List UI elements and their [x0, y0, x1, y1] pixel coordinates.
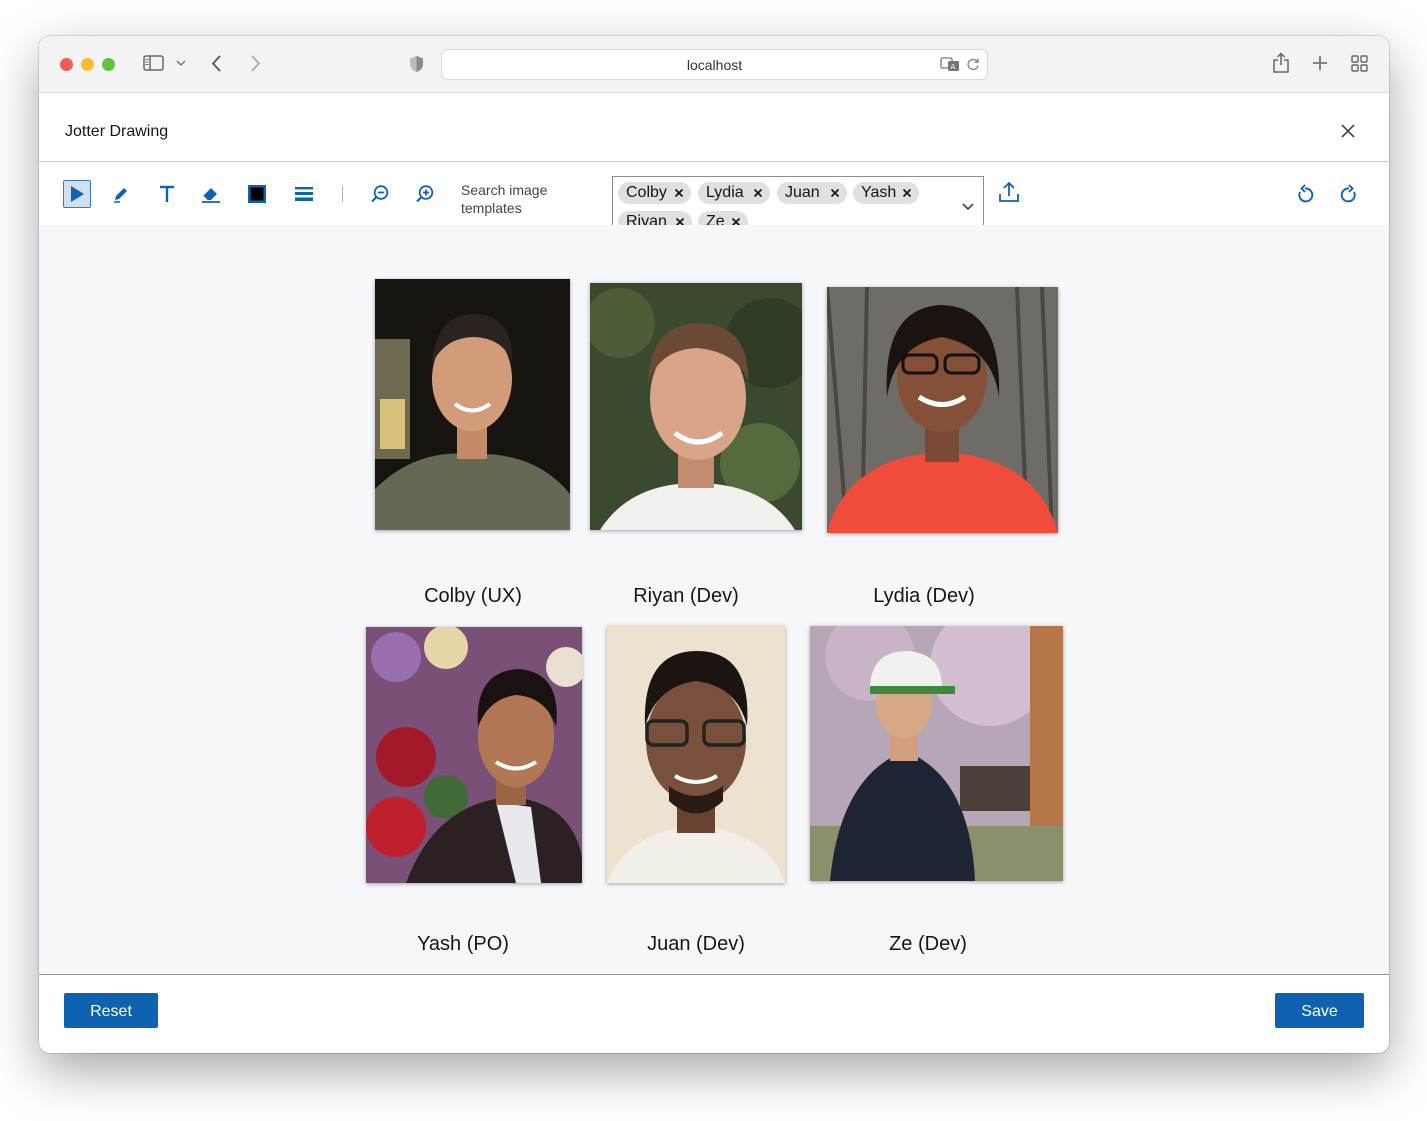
- caption-colby: Colby (UX): [424, 585, 522, 607]
- browser-window: localhost A Jotter Drawing Search image …: [39, 36, 1389, 1053]
- close-window-button[interactable]: [60, 58, 73, 71]
- save-button[interactable]: Save: [1275, 993, 1364, 1028]
- zoom-in-icon: [416, 185, 434, 203]
- drawing-canvas[interactable]: Colby (UX) Riyan (Dev) Lydia (Dev) Yash …: [39, 225, 1389, 975]
- minimize-window-button[interactable]: [81, 58, 94, 71]
- translate-icon[interactable]: A: [939, 56, 961, 72]
- upload-button[interactable]: [995, 178, 1023, 206]
- chip-label: Yash: [861, 184, 897, 201]
- text-tool-button[interactable]: [153, 180, 181, 208]
- address-bar[interactable]: localhost A: [441, 49, 988, 80]
- caption-juan: Juan (Dev): [647, 933, 745, 955]
- color-swatch-button[interactable]: [243, 180, 271, 208]
- photo-lydia[interactable]: [827, 287, 1058, 533]
- zoom-out-button[interactable]: [366, 180, 394, 208]
- pencil-tool-button[interactable]: [107, 180, 135, 208]
- photo-riyan[interactable]: [590, 283, 802, 530]
- undo-icon: [1298, 184, 1314, 203]
- portrait-image: [590, 283, 802, 530]
- chip-yash[interactable]: Yash: [853, 182, 919, 204]
- svg-text:A: A: [950, 63, 955, 71]
- caption-ze: Ze (Dev): [889, 933, 967, 955]
- chip-label: Colby: [626, 184, 667, 201]
- reload-icon[interactable]: [965, 56, 981, 72]
- color-swatch-icon: [248, 185, 266, 203]
- cursor-icon: [71, 186, 84, 202]
- chip-label: Juan: [785, 184, 820, 201]
- portrait-image: [607, 626, 785, 883]
- shield-icon[interactable]: [407, 54, 425, 74]
- undo-button[interactable]: [1291, 180, 1319, 208]
- remove-chip-icon[interactable]: [674, 188, 684, 198]
- chevron-down-icon[interactable]: [962, 203, 974, 211]
- upload-icon: [999, 181, 1019, 202]
- zoom-in-button[interactable]: [411, 180, 439, 208]
- chip-lydia[interactable]: Lydia: [698, 182, 770, 204]
- new-tab-icon[interactable]: [1311, 54, 1329, 72]
- text-icon: [160, 185, 174, 202]
- remove-chip-icon[interactable]: [902, 188, 912, 198]
- modal-footer: Reset Save: [39, 975, 1389, 1053]
- photo-juan[interactable]: [607, 626, 785, 883]
- sidebar-icon[interactable]: [142, 54, 164, 72]
- portrait-image: [810, 626, 1063, 881]
- caption-riyan: Riyan (Dev): [633, 585, 739, 607]
- eraser-tool-button[interactable]: [197, 180, 225, 208]
- modal-title: Jotter Drawing: [65, 123, 169, 140]
- caption-yash: Yash (PO): [417, 933, 509, 955]
- search-templates-label: Search image templates: [461, 182, 548, 216]
- photo-yash[interactable]: [366, 627, 582, 883]
- remove-chip-icon[interactable]: [753, 188, 763, 198]
- remove-chip-icon[interactable]: [830, 188, 840, 198]
- back-icon[interactable]: [209, 53, 225, 73]
- drawing-toolbar: Search image templates Colby Lydia Juan …: [39, 162, 1389, 239]
- caption-lydia: Lydia (Dev): [873, 585, 975, 607]
- photo-ze[interactable]: [810, 626, 1063, 881]
- reset-button[interactable]: Reset: [64, 993, 158, 1028]
- chip-juan[interactable]: Juan: [777, 182, 847, 204]
- zoom-window-button[interactable]: [102, 58, 115, 71]
- share-icon[interactable]: [1271, 51, 1291, 75]
- eraser-icon: [202, 188, 220, 203]
- tab-overview-icon[interactable]: [1350, 54, 1368, 72]
- chevron-down-icon[interactable]: [175, 58, 187, 68]
- modal-header: Jotter Drawing: [39, 93, 1389, 162]
- forward-icon[interactable]: [247, 53, 263, 73]
- chip-label: Lydia: [706, 184, 744, 201]
- url-text: localhost: [686, 57, 743, 73]
- close-icon[interactable]: [1338, 121, 1358, 141]
- browser-toolbar: localhost A: [39, 36, 1389, 93]
- chip-colby[interactable]: Colby: [618, 182, 691, 204]
- pencil-icon: [114, 188, 127, 203]
- line-weight-button[interactable]: [290, 180, 318, 208]
- portrait-image: [827, 287, 1058, 533]
- redo-icon: [1340, 184, 1356, 203]
- zoom-out-icon: [371, 185, 389, 203]
- portrait-image: [366, 627, 582, 883]
- photo-colby[interactable]: [375, 279, 570, 530]
- portrait-image: [375, 279, 570, 530]
- select-tool-button[interactable]: [63, 180, 91, 208]
- toolbar-divider: [342, 186, 343, 202]
- line-weight-icon: [295, 187, 313, 201]
- redo-button[interactable]: [1335, 180, 1363, 208]
